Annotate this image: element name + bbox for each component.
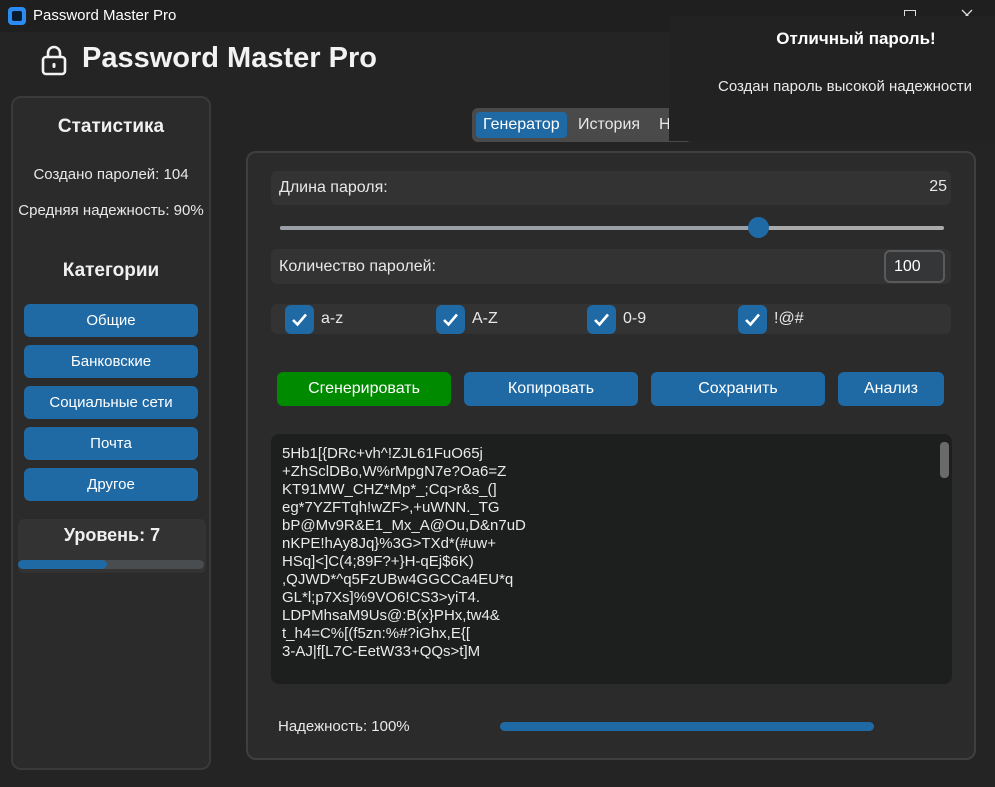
length-label: Длина пароля: xyxy=(279,179,388,196)
strength-progress-bar xyxy=(500,722,874,731)
category-general-button[interactable]: Общие xyxy=(24,304,198,337)
uppercase-label: A-Z xyxy=(472,310,498,327)
check-icon xyxy=(292,313,307,327)
output-line: HSq]<]C(4;89F?+}H-qEj$6K) xyxy=(282,553,474,570)
notification-toast: Отличный пароль! Создан пароль высокой н… xyxy=(669,16,995,141)
tab-history[interactable]: История xyxy=(571,112,647,138)
category-social-button[interactable]: Социальные сети xyxy=(24,386,198,419)
check-icon xyxy=(594,313,609,327)
sidebar: Статистика Создано паролей: 104 Средняя … xyxy=(11,96,211,770)
strength-label: Надежность: 100% xyxy=(278,718,410,735)
average-strength: Средняя надежность: 90% xyxy=(18,202,204,219)
length-slider[interactable] xyxy=(280,217,944,238)
app-icon xyxy=(8,7,26,25)
window-title: Password Master Pro xyxy=(33,7,177,24)
level-progress-bar xyxy=(18,560,204,569)
app-window: Password Master Pro Password Master Pro … xyxy=(0,0,995,787)
check-icon xyxy=(745,313,760,327)
output-line: 5Hb1[{DRc+vh^!ZJL61FuO65j xyxy=(282,445,483,462)
generator-panel: Длина пароля: 25 Количество паролей: 100… xyxy=(246,151,976,760)
output-scrollbar[interactable] xyxy=(940,442,949,478)
lock-icon xyxy=(41,45,67,76)
output-line: GL*l;p7Xs]%9VO6!CS3>yiT4. xyxy=(282,589,481,606)
lowercase-label: a-z xyxy=(321,310,344,327)
count-label: Количество паролей: xyxy=(279,258,436,275)
uppercase-checkbox[interactable] xyxy=(436,305,465,334)
save-button[interactable]: Сохранить xyxy=(651,372,825,406)
output-line: 3-AJ|f[L7C-EetW33+QQs>t]M xyxy=(282,643,481,660)
count-row: Количество паролей: 100 xyxy=(271,249,951,284)
stats-heading: Статистика xyxy=(57,116,165,137)
output-line: KT91MW_CHZ*Mp*_;Cq>r&s_(] xyxy=(282,481,497,498)
symbols-checkbox[interactable] xyxy=(738,305,767,334)
analyze-button[interactable]: Анализ xyxy=(838,372,944,406)
output-line: bP@Mv9R&E1_Mx_A@Ou,D&n7uD xyxy=(282,517,526,534)
digits-checkbox[interactable] xyxy=(587,305,616,334)
length-row: Длина пароля: 25 xyxy=(271,171,951,205)
charset-row: a-z A-Z 0-9 !@# xyxy=(271,304,951,334)
level-label: Уровень: 7 xyxy=(63,525,161,545)
generate-button[interactable]: Сгенерировать xyxy=(277,372,451,406)
copy-button[interactable]: Копировать xyxy=(464,372,638,406)
category-banking-button[interactable]: Банковские xyxy=(24,345,198,378)
output-line: ,QJWD*^q5FzUBw4GGCCa4EU*q xyxy=(282,571,514,588)
toast-message: Создан пароль высокой надежности xyxy=(718,78,972,95)
digits-label: 0-9 xyxy=(623,310,647,327)
output-line: t_h4=C%[(f5zn:%#?iGhx,E{[ xyxy=(282,625,471,642)
output-line: LDPMhsaM9Us@:B(x}PHx,tw4& xyxy=(282,607,500,624)
lowercase-checkbox[interactable] xyxy=(285,305,314,334)
strength-progress-fill xyxy=(500,722,874,731)
output-line: +ZhSclDBo,W%rMpgN7e?Oa6=Z xyxy=(282,463,507,480)
length-slider-fill xyxy=(280,226,759,230)
category-mail-button[interactable]: Почта xyxy=(24,427,198,460)
toast-title: Отличный пароль! xyxy=(776,29,936,48)
length-value: 25 xyxy=(929,178,947,195)
check-icon xyxy=(443,313,458,327)
categories-heading: Категории xyxy=(62,260,160,281)
level-progress-fill xyxy=(18,560,108,569)
count-input[interactable]: 100 xyxy=(884,250,945,283)
length-slider-handle[interactable] xyxy=(748,217,770,238)
created-count: Создано паролей: 104 xyxy=(33,166,189,183)
tab-generator[interactable]: Генератор xyxy=(476,112,567,138)
symbols-label: !@# xyxy=(774,310,804,327)
output-line: eg*7YZFTqh!wZF>,+uWNN._TG xyxy=(282,499,500,516)
level-panel: Уровень: 7 xyxy=(18,519,206,573)
page-title: Password Master Pro xyxy=(82,42,377,74)
output-line: nKPE!hAy8Jq}%3G>TXd*(#uw+ xyxy=(282,535,497,552)
password-output[interactable]: 5Hb1[{DRc+vh^!ZJL61FuO65j +ZhSclDBo,W%rM… xyxy=(271,434,952,684)
tab-bar: Генератор История Н xyxy=(472,108,692,142)
category-other-button[interactable]: Другое xyxy=(24,468,198,501)
